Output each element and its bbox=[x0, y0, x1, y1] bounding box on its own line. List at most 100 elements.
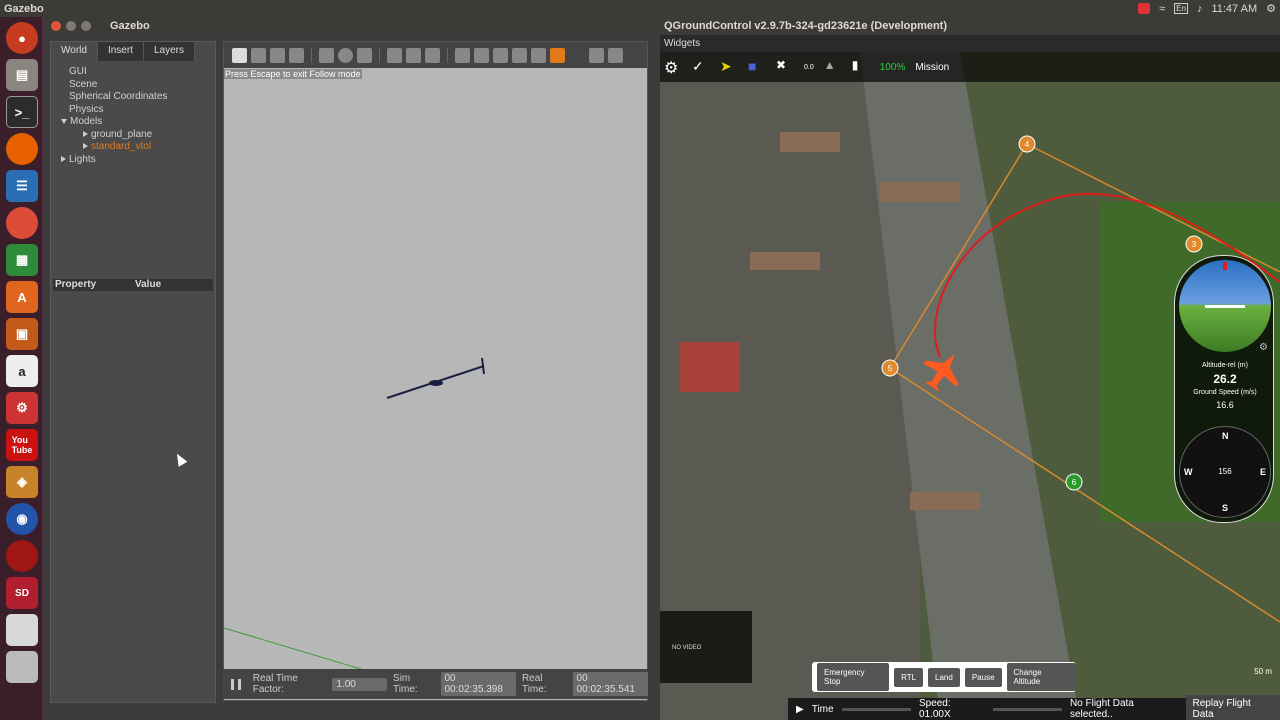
chrome-icon[interactable] bbox=[6, 207, 38, 239]
sd-icon[interactable]: SD bbox=[6, 577, 38, 609]
volume-icon[interactable]: ♪ bbox=[1197, 3, 1203, 15]
tab-world[interactable]: World bbox=[51, 42, 98, 61]
tree-item-ground-plane[interactable]: ground_plane bbox=[61, 129, 215, 142]
view-angle-icon[interactable] bbox=[550, 47, 565, 63]
paste-icon[interactable] bbox=[474, 47, 489, 63]
tree-item-scene[interactable]: Scene bbox=[61, 79, 215, 92]
stack-icon[interactable] bbox=[6, 651, 38, 683]
software-icon[interactable]: A bbox=[6, 281, 38, 313]
record-icon[interactable] bbox=[6, 540, 38, 572]
tree-item-gui[interactable]: GUI bbox=[61, 66, 215, 79]
sphere-shape-icon[interactable] bbox=[338, 47, 353, 63]
translate-tool-icon[interactable] bbox=[251, 47, 266, 63]
battery-icon[interactable]: ▮ bbox=[852, 58, 870, 76]
rc-signal-icon[interactable]: ▲ bbox=[824, 58, 842, 76]
directional-light-icon[interactable] bbox=[425, 47, 440, 63]
maximize-icon[interactable] bbox=[81, 21, 91, 31]
wifi-icon[interactable]: ≈ bbox=[1159, 3, 1165, 15]
launcher: ● ▤ >_ ☰ ▦ A ▣ a ⚙ You Tube ◈ ◉ SD bbox=[0, 17, 43, 720]
3d-viewport[interactable]: Press Escape to exit Follow mode bbox=[223, 41, 648, 701]
calc-icon[interactable]: ▦ bbox=[6, 244, 38, 276]
system-gear-icon[interactable]: ⚙ bbox=[1266, 2, 1276, 15]
camera-icon[interactable]: ◉ bbox=[6, 503, 38, 535]
files-icon[interactable]: ▤ bbox=[6, 59, 38, 91]
video-panel[interactable]: NO VIDEO bbox=[660, 611, 752, 683]
amazon-icon[interactable]: a bbox=[6, 355, 38, 387]
viewport-toolbar bbox=[224, 42, 647, 68]
collapse-icon[interactable] bbox=[61, 155, 66, 162]
minimize-icon[interactable] bbox=[66, 21, 76, 31]
copy-icon[interactable] bbox=[455, 47, 470, 63]
tree-item-physics[interactable]: Physics bbox=[61, 104, 215, 117]
gps-count: 0.0 bbox=[804, 63, 814, 71]
messages-icon[interactable]: ■ bbox=[748, 58, 766, 76]
rotate-tool-icon[interactable] bbox=[270, 47, 285, 63]
flight-mode[interactable]: Mission bbox=[915, 62, 949, 73]
value-column: Value bbox=[135, 279, 162, 290]
clock[interactable]: 11:47 AM bbox=[1211, 3, 1257, 15]
tab-insert[interactable]: Insert bbox=[97, 42, 144, 61]
fly-view-icon[interactable]: ➤ bbox=[720, 58, 738, 76]
tree-item-models[interactable]: Models bbox=[61, 116, 215, 129]
writer-icon[interactable]: ☰ bbox=[6, 170, 38, 202]
cylinder-shape-icon[interactable] bbox=[357, 47, 372, 63]
instrument-gear-icon[interactable]: ⚙ bbox=[1259, 342, 1268, 353]
close-icon[interactable] bbox=[51, 21, 61, 31]
log-icon[interactable] bbox=[608, 47, 623, 63]
tree-item-spherical[interactable]: Spherical Coordinates bbox=[61, 91, 215, 104]
point-light-icon[interactable] bbox=[387, 47, 402, 63]
toolbar-separator bbox=[379, 47, 380, 63]
gazebo-window: Gazebo World Insert Layers GUI Scene Sph… bbox=[43, 17, 660, 720]
time-slider[interactable] bbox=[841, 707, 911, 711]
compass: N E S W 156 bbox=[1179, 426, 1271, 518]
box-icon[interactable]: ◈ bbox=[6, 466, 38, 498]
rtl-button[interactable]: RTL bbox=[894, 667, 924, 687]
expand-icon[interactable] bbox=[61, 118, 67, 124]
compass-south: S bbox=[1222, 503, 1229, 513]
spot-light-icon[interactable] bbox=[406, 47, 421, 63]
settings-icon[interactable]: ⚙ bbox=[6, 392, 38, 424]
system-tray: ≈ En ♪ 11:47 AM ⚙ bbox=[1138, 0, 1276, 17]
magnet-icon[interactable] bbox=[531, 47, 546, 63]
notification-icon[interactable] bbox=[1138, 3, 1151, 14]
drive-icon[interactable] bbox=[6, 614, 38, 646]
align-icon[interactable] bbox=[493, 47, 508, 63]
screenshot-icon[interactable] bbox=[589, 47, 604, 63]
tree-item-models-label: Models bbox=[70, 116, 103, 127]
altitude-label: Altitude-rel (m) bbox=[1202, 362, 1248, 369]
time-label: Time bbox=[811, 703, 834, 715]
sim-status-bar: Real Time Factor: 1.00 Sim Time: 00 00:0… bbox=[223, 669, 648, 699]
attitude-indicator bbox=[1179, 260, 1271, 352]
land-button[interactable]: Land bbox=[928, 667, 960, 687]
terminal-icon[interactable]: >_ bbox=[6, 96, 38, 128]
play-icon[interactable]: ▶ bbox=[796, 704, 804, 715]
change-altitude-button[interactable]: Change Altitude bbox=[1006, 663, 1076, 691]
replay-flight-data-button[interactable]: Replay Flight Data bbox=[1186, 695, 1280, 720]
tree-item-standard-vtol[interactable]: standard_vtol bbox=[61, 141, 215, 154]
collapse-icon[interactable] bbox=[83, 130, 88, 137]
qgc-menu-bar[interactable]: Widgets bbox=[660, 35, 1280, 52]
sim-time-value: 00 00:02:35.398 bbox=[440, 672, 516, 696]
firefox-icon[interactable] bbox=[6, 133, 38, 165]
youtube-icon[interactable]: You Tube bbox=[6, 429, 38, 461]
settings-gear-icon[interactable]: ⚙ bbox=[664, 58, 682, 77]
snap-icon[interactable] bbox=[512, 47, 527, 63]
select-tool-icon[interactable] bbox=[232, 47, 247, 63]
compass-east: E bbox=[1260, 467, 1267, 477]
compass-north: N bbox=[1222, 431, 1229, 441]
ubuntu-icon[interactable]: ● bbox=[6, 22, 38, 54]
tree-item-ground-plane-label: ground_plane bbox=[91, 128, 153, 140]
scale-tool-icon[interactable] bbox=[289, 47, 304, 63]
tree-item-lights[interactable]: Lights bbox=[61, 154, 215, 167]
tab-layers[interactable]: Layers bbox=[143, 42, 195, 61]
pause-button[interactable]: Pause bbox=[964, 667, 1002, 687]
impress-icon[interactable]: ▣ bbox=[6, 318, 38, 350]
speed-slider[interactable] bbox=[992, 707, 1062, 711]
keyboard-layout-indicator[interactable]: En bbox=[1174, 3, 1188, 14]
collapse-icon[interactable] bbox=[83, 143, 88, 150]
emergency-stop-button[interactable]: Emergency Stop bbox=[817, 663, 890, 691]
plan-view-icon[interactable]: ✓ bbox=[692, 58, 710, 76]
gps-icon[interactable]: ✖ bbox=[776, 58, 794, 76]
box-shape-icon[interactable] bbox=[319, 47, 334, 63]
pause-icon[interactable] bbox=[231, 678, 241, 690]
